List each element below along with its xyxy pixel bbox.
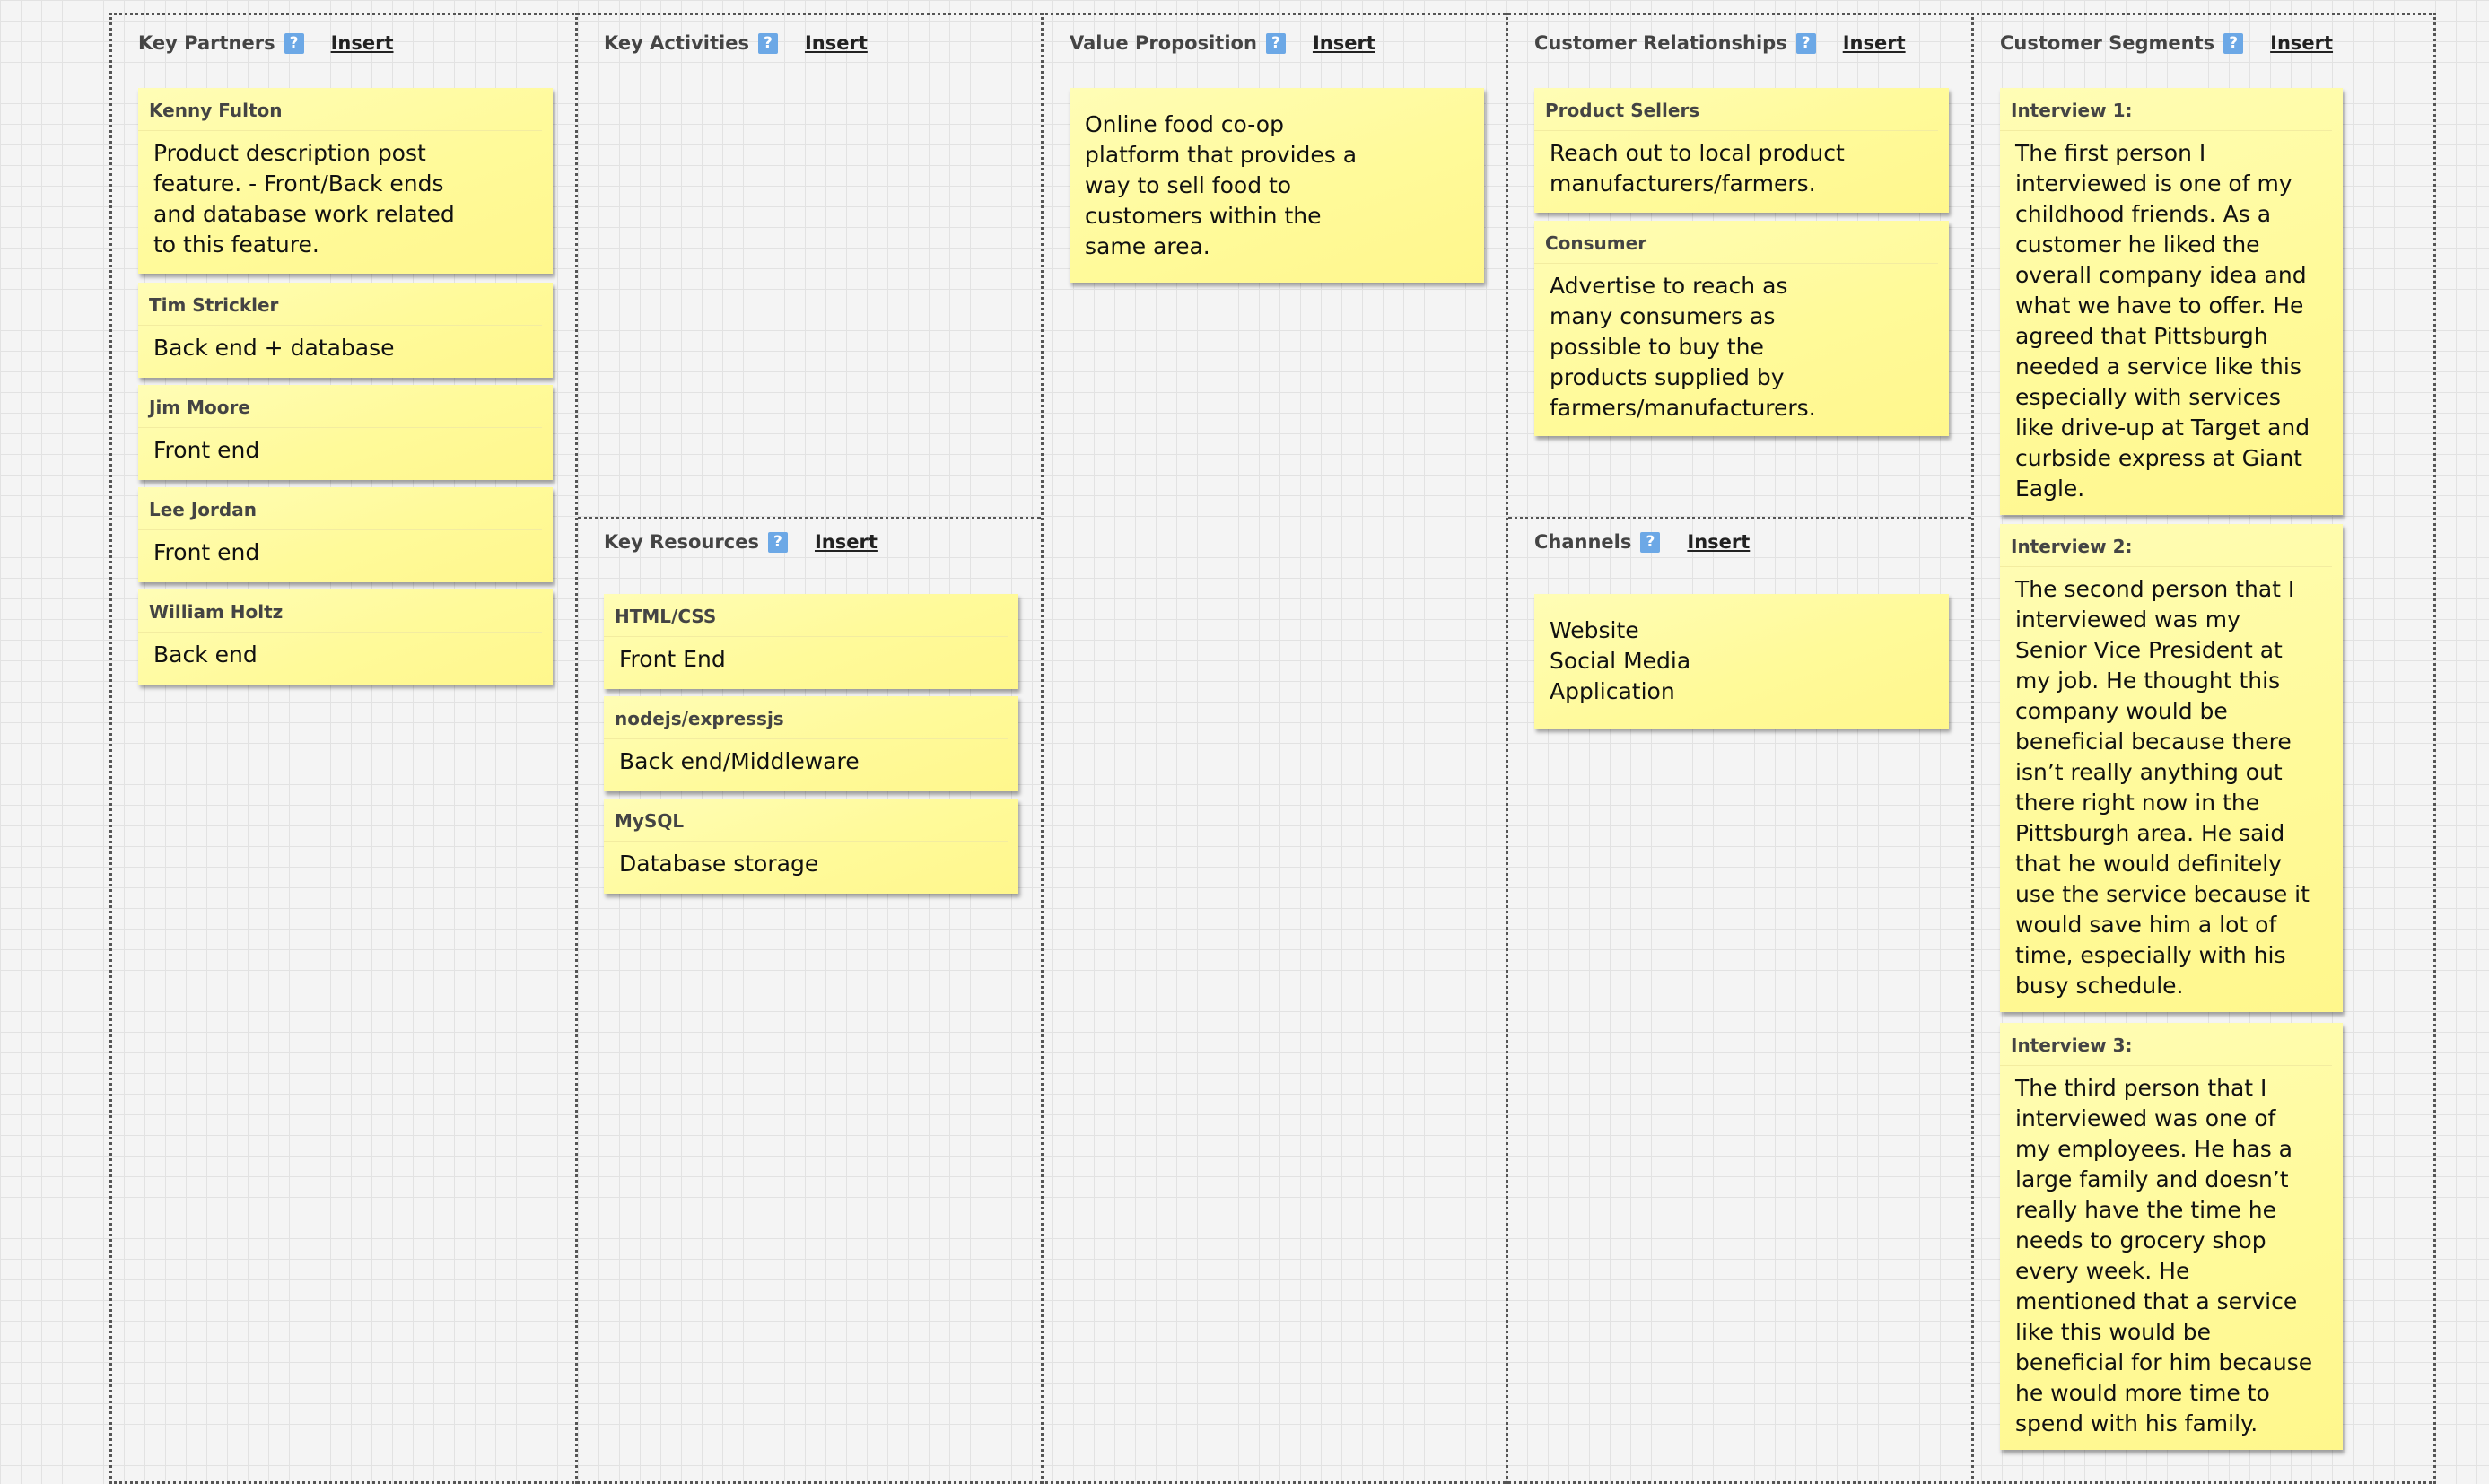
note-body: Online food co-op platform that provides… [1085, 111, 1358, 259]
note-body: The third person that I interviewed was … [2015, 1075, 2313, 1436]
sticky-note[interactable]: nodejs/expressjs Back end/Middleware [604, 696, 1018, 791]
note-title: HTML/CSS [604, 594, 1008, 637]
sticky-note[interactable]: Lee Jordan Front end [138, 487, 553, 582]
section-header: Channels ? Insert [1534, 524, 1750, 560]
sticky-note[interactable]: Online food co-op platform that provides… [1070, 88, 1484, 283]
help-icon[interactable]: ? [2223, 32, 2244, 54]
row-divider [578, 517, 1041, 519]
section-header: Customer Segments ? Insert [2000, 25, 2333, 61]
column-divider [1041, 13, 1044, 1484]
sticky-note[interactable]: MySQL Database storage [604, 799, 1018, 894]
section-header: Value Proposition ? Insert [1070, 25, 1376, 61]
help-icon[interactable]: ? [284, 32, 304, 54]
note-title: MySQL [604, 799, 1008, 842]
sticky-note[interactable]: Website Social Media Application [1534, 594, 1949, 729]
note-title: Tim Strickler [138, 283, 542, 326]
column-divider [575, 13, 578, 1484]
note-body: Back end [153, 642, 258, 668]
sticky-note[interactable]: Jim Moore Front end [138, 385, 553, 480]
section-title: Key Resources [604, 531, 759, 553]
note-body: The second person that I interviewed was… [2015, 576, 2310, 999]
insert-link[interactable]: Insert [331, 32, 394, 54]
note-title: Product Sellers [1534, 88, 1938, 131]
note-title: William Holtz [138, 589, 542, 633]
note-body: Website Social Media Application [1550, 617, 1691, 704]
help-icon[interactable]: ? [1265, 32, 1286, 54]
sticky-note[interactable]: Interview 1: The first person I intervie… [2000, 88, 2343, 515]
column-divider [1506, 13, 1508, 1484]
column-divider [1971, 13, 1974, 1484]
note-title: Interview 3: [2000, 1023, 2332, 1066]
sticky-note[interactable]: Interview 2: The second person that I in… [2000, 524, 2343, 1012]
section-header: Key Activities ? Insert [604, 25, 868, 61]
sticky-note[interactable]: Tim Strickler Back end + database [138, 283, 553, 378]
insert-link[interactable]: Insert [815, 531, 878, 553]
note-body: Reach out to local product manufacturers… [1550, 140, 1845, 196]
section-title: Key Activities [604, 32, 749, 54]
insert-link[interactable]: Insert [1687, 531, 1750, 553]
note-body: Advertise to reach as many consumers as … [1550, 273, 1816, 421]
sticky-note[interactable]: Product Sellers Reach out to local produ… [1534, 88, 1949, 213]
row-divider [1508, 517, 1971, 519]
sticky-note[interactable]: Interview 3: The third person that I int… [2000, 1023, 2343, 1450]
help-icon[interactable]: ? [1640, 531, 1661, 553]
note-title: nodejs/expressjs [604, 696, 1008, 739]
help-icon[interactable]: ? [757, 32, 778, 54]
note-body: Front end [153, 437, 260, 463]
section-title: Customer Segments [2000, 32, 2215, 54]
section-header: Key Partners ? Insert [138, 25, 394, 61]
insert-link[interactable]: Insert [2270, 32, 2333, 54]
note-title: Lee Jordan [138, 487, 542, 530]
sticky-note[interactable]: HTML/CSS Front End [604, 594, 1018, 689]
section-title: Channels [1534, 531, 1632, 553]
note-body: Back end + database [153, 335, 395, 361]
insert-link[interactable]: Insert [805, 32, 868, 54]
note-body: Database storage [619, 851, 819, 877]
note-title: Interview 1: [2000, 88, 2332, 131]
sticky-note[interactable]: Kenny Fulton Product description post fe… [138, 88, 553, 274]
section-title: Customer Relationships [1534, 32, 1787, 54]
section-header: Key Resources ? Insert [604, 524, 878, 560]
insert-link[interactable]: Insert [1843, 32, 1906, 54]
note-title: Consumer [1534, 221, 1938, 264]
help-icon[interactable]: ? [767, 531, 788, 553]
note-body: Front End [619, 646, 726, 672]
note-body: The first person I interviewed is one of… [2015, 140, 2310, 502]
note-body: Front end [153, 539, 260, 565]
note-body: Product description post feature. - Fron… [153, 140, 455, 258]
section-header: Customer Relationships ? Insert [1534, 25, 1906, 61]
note-title: Jim Moore [138, 385, 542, 428]
insert-link[interactable]: Insert [1313, 32, 1376, 54]
section-title: Value Proposition [1070, 32, 1257, 54]
note-title: Kenny Fulton [138, 88, 542, 131]
note-body: Back end/Middleware [619, 748, 860, 774]
sticky-note[interactable]: William Holtz Back end [138, 589, 553, 685]
sticky-note[interactable]: Consumer Advertise to reach as many cons… [1534, 221, 1949, 436]
note-title: Interview 2: [2000, 524, 2332, 567]
section-title: Key Partners [138, 32, 275, 54]
help-icon[interactable]: ? [1795, 32, 1816, 54]
